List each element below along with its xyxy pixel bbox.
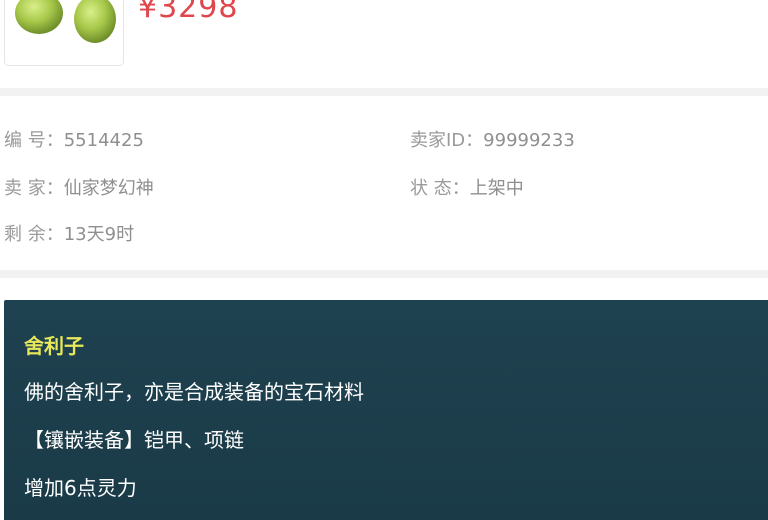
seller-label: 卖 家：	[4, 178, 64, 199]
description-line: 增加6点灵力	[24, 476, 137, 500]
item-name: 舍利子	[24, 334, 84, 358]
item-price: ¥3298	[138, 0, 239, 25]
serial-row: 编 号：5514425	[4, 126, 144, 152]
remaining-row: 剩 余：13天9时	[4, 220, 134, 246]
description-line: 佛的舍利子，亦是合成装备的宝石材料	[24, 380, 364, 404]
section-divider	[0, 88, 768, 96]
seller-id-label: 卖家ID：	[410, 130, 484, 151]
seller-id-value: 99999233	[483, 130, 575, 151]
section-divider	[0, 270, 768, 278]
status-value: 上架中	[469, 178, 524, 199]
serial-label: 编 号：	[4, 130, 64, 151]
item-thumbnail[interactable]	[4, 0, 124, 66]
remaining-value: 13天9时	[63, 224, 135, 245]
serial-value: 5514425	[63, 130, 144, 151]
green-gem-icon	[15, 0, 116, 43]
seller-value: 仙家梦幻神	[63, 178, 154, 199]
status-row: 状 态：上架中	[410, 174, 524, 200]
status-label: 状 态：	[410, 178, 470, 199]
item-info-section: 编 号：5514425 卖家ID：99999233 卖 家：仙家梦幻神 状 态：…	[0, 98, 768, 270]
item-description-panel: 舍利子 佛的舍利子，亦是合成装备的宝石材料 【镶嵌装备】铠甲、项链 增加6点灵力	[4, 300, 768, 520]
description-line: 【镶嵌装备】铠甲、项链	[24, 428, 244, 452]
remaining-label: 剩 余：	[4, 224, 64, 245]
seller-row: 卖 家：仙家梦幻神	[4, 174, 154, 200]
item-summary-card: ¥3298	[0, 0, 768, 88]
seller-id-row: 卖家ID：99999233	[410, 126, 575, 152]
